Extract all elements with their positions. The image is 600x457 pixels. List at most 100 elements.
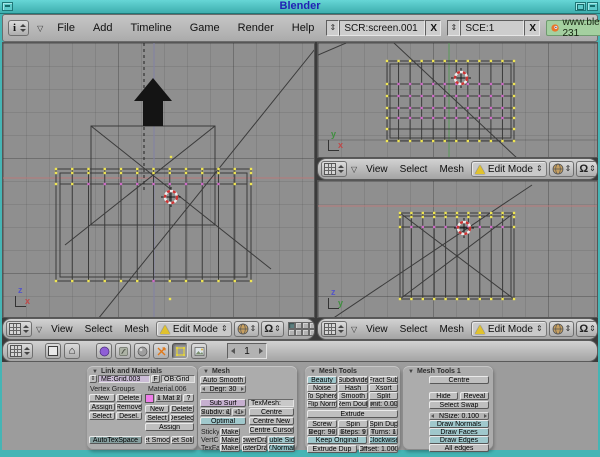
window-type-button[interactable]: i [8, 20, 29, 36]
layer-button[interactable] [295, 322, 302, 329]
spin-button[interactable]: Spin [338, 420, 368, 428]
material-index-spinner[interactable]: 1 Mat 2 [155, 394, 182, 402]
noise-button[interactable]: Noise [307, 384, 337, 392]
menu-view[interactable]: View [361, 164, 393, 175]
vgroup-select-button[interactable]: Select [89, 412, 115, 420]
scene-delete-button[interactable]: X [524, 20, 540, 36]
spin-dup-button[interactable]: Spin Dup [369, 420, 398, 428]
double-sided-toggle[interactable]: Double Sided [268, 436, 295, 444]
degr-spinner[interactable]: Degr: 30 [200, 385, 246, 393]
keep-original-toggle[interactable]: Keep Original [307, 436, 367, 444]
header-collapse-icon[interactable]: ▽ [349, 165, 359, 174]
menu-select[interactable]: Select [395, 324, 433, 335]
select-swap-button[interactable]: Select Swap [429, 401, 489, 409]
viewport-type-button[interactable] [321, 321, 347, 337]
layer-button[interactable] [309, 322, 315, 329]
collapse-triangle-icon[interactable]: ▼ [92, 369, 98, 375]
hash-button[interactable]: Hash [338, 384, 368, 392]
draw-normals-toggle[interactable]: Draw Normals [429, 420, 489, 428]
material-swatch[interactable] [145, 394, 154, 403]
menu-view[interactable]: View [46, 324, 78, 335]
extrude-dup-button[interactable]: Extrude Dup [307, 445, 357, 453]
steps-spinner[interactable]: Steps: 9 [338, 428, 368, 436]
header-collapse-icon[interactable]: ▽ [34, 325, 44, 334]
degr90-spinner[interactable]: Degr: 90 [307, 428, 337, 436]
reveal-button[interactable]: Reveal [460, 392, 489, 400]
draw-edges-toggle[interactable]: Draw Edges [429, 436, 489, 444]
no-vnormal-flip-toggle[interactable]: No V.Normal Flip [268, 444, 295, 452]
layer-button[interactable] [288, 329, 295, 336]
flip-normals-button[interactable]: Flip Norm [307, 400, 337, 408]
mode-selector[interactable]: Edit Mode⇕ [156, 321, 232, 337]
menu-render[interactable]: Render [232, 22, 280, 34]
all-edges-toggle[interactable]: All edges [429, 444, 489, 452]
pivot-button[interactable]: Ω⇕ [576, 161, 598, 177]
material-question-button[interactable]: ? [183, 394, 194, 402]
subsurf-toggle[interactable]: Sub Surf [200, 399, 246, 407]
split-button[interactable]: Split [369, 392, 398, 400]
draw-faces-toggle[interactable]: Draw Faces [429, 428, 489, 436]
object-name-field[interactable]: OB:Grid [161, 375, 195, 383]
home-button[interactable]: ⌂ [64, 343, 80, 359]
window-maximize-button[interactable] [575, 2, 586, 11]
set-smooth-button[interactable]: Set Smooth [145, 436, 170, 444]
window-close-button[interactable] [587, 2, 598, 11]
vgroup-assign-button[interactable]: Assign [89, 403, 115, 411]
collapse-triangle-icon[interactable]: ▼ [203, 369, 209, 375]
draw-type-button[interactable]: ⇕ [234, 321, 260, 337]
layer-button[interactable] [295, 329, 302, 336]
centre-button[interactable]: Centre [429, 376, 489, 384]
editing-context-button[interactable] [172, 343, 188, 359]
vgroup-remove-button[interactable]: Remove [116, 403, 142, 411]
layer-button[interactable] [288, 322, 295, 329]
faster-draw-button[interactable]: FasterDraw [242, 444, 267, 452]
mode-selector[interactable]: Edit Mode⇕ [471, 321, 547, 337]
collapse-triangle-icon[interactable]: ▼ [310, 369, 316, 375]
viewport-top[interactable]: y x [317, 42, 598, 158]
vgroup-deselect-button[interactable]: Desel. [116, 412, 142, 420]
menu-view[interactable]: View [361, 324, 393, 335]
screen-name-field[interactable]: SCR:screen.001 [339, 20, 425, 36]
centre-button[interactable]: Centre [249, 408, 294, 416]
pivot-button[interactable]: Ω⇕ [261, 321, 284, 337]
layer-button[interactable] [302, 329, 309, 336]
menu-help[interactable]: Help [286, 22, 321, 34]
rem-doubles-button[interactable]: Rem Doub [338, 400, 368, 408]
texmesh-field[interactable]: TexMesh: [248, 399, 294, 407]
xsort-button[interactable]: Xsort [369, 384, 398, 392]
clockwise-toggle[interactable]: Clockwise [369, 436, 398, 444]
texface-make-button[interactable]: Make [220, 444, 240, 452]
centre-new-button[interactable]: Centre New [249, 417, 294, 425]
beauty-toggle[interactable]: Beauty [307, 376, 337, 384]
autotexspace-button[interactable]: AutoTexSpace [89, 436, 142, 444]
optimal-toggle[interactable]: Optimal [200, 417, 246, 425]
screw-button[interactable]: Screw [307, 420, 337, 428]
scene-browse-button[interactable]: ⇕ [447, 20, 460, 36]
pivot-button[interactable]: Ω⇕ [576, 321, 598, 337]
header-collapse-icon[interactable]: ▽ [349, 325, 359, 334]
object-context-button[interactable] [153, 343, 169, 359]
mesh-name-field[interactable]: ME:Grid.003 [98, 375, 150, 383]
menu-select[interactable]: Select [80, 324, 118, 335]
mode-selector[interactable]: Edit Mode⇕ [471, 161, 547, 177]
material-delete-button[interactable]: Delete [170, 405, 194, 413]
material-select-button[interactable]: Select [145, 414, 169, 422]
menu-select[interactable]: Select [395, 164, 433, 175]
mesh-browse-button[interactable]: ⇕ [89, 375, 97, 383]
scene-name-field[interactable]: SCE:1 [460, 20, 524, 36]
screen-browse-button[interactable]: ⇕ [326, 20, 339, 36]
scene-context-button[interactable] [191, 343, 207, 359]
subdiv-spinner[interactable]: Subdiv: 1 [200, 408, 231, 416]
viewport-side[interactable]: z y [317, 180, 598, 318]
menu-game[interactable]: Game [184, 22, 226, 34]
draw-type-button[interactable]: ⇕ [549, 321, 575, 337]
material-deselect-button[interactable]: Deselect [170, 414, 194, 422]
viewport-front[interactable]: z x [2, 42, 315, 318]
fract-sub-button[interactable]: Fract Sub [369, 376, 398, 384]
viewport-type-button[interactable] [321, 161, 347, 177]
fake-user-button[interactable]: F [151, 375, 160, 383]
script-context-button[interactable] [115, 343, 131, 359]
subdivide-button[interactable]: Subdivide [338, 376, 368, 384]
draw-type-button[interactable]: ⇕ [549, 161, 575, 177]
menu-mesh[interactable]: Mesh [434, 324, 468, 335]
